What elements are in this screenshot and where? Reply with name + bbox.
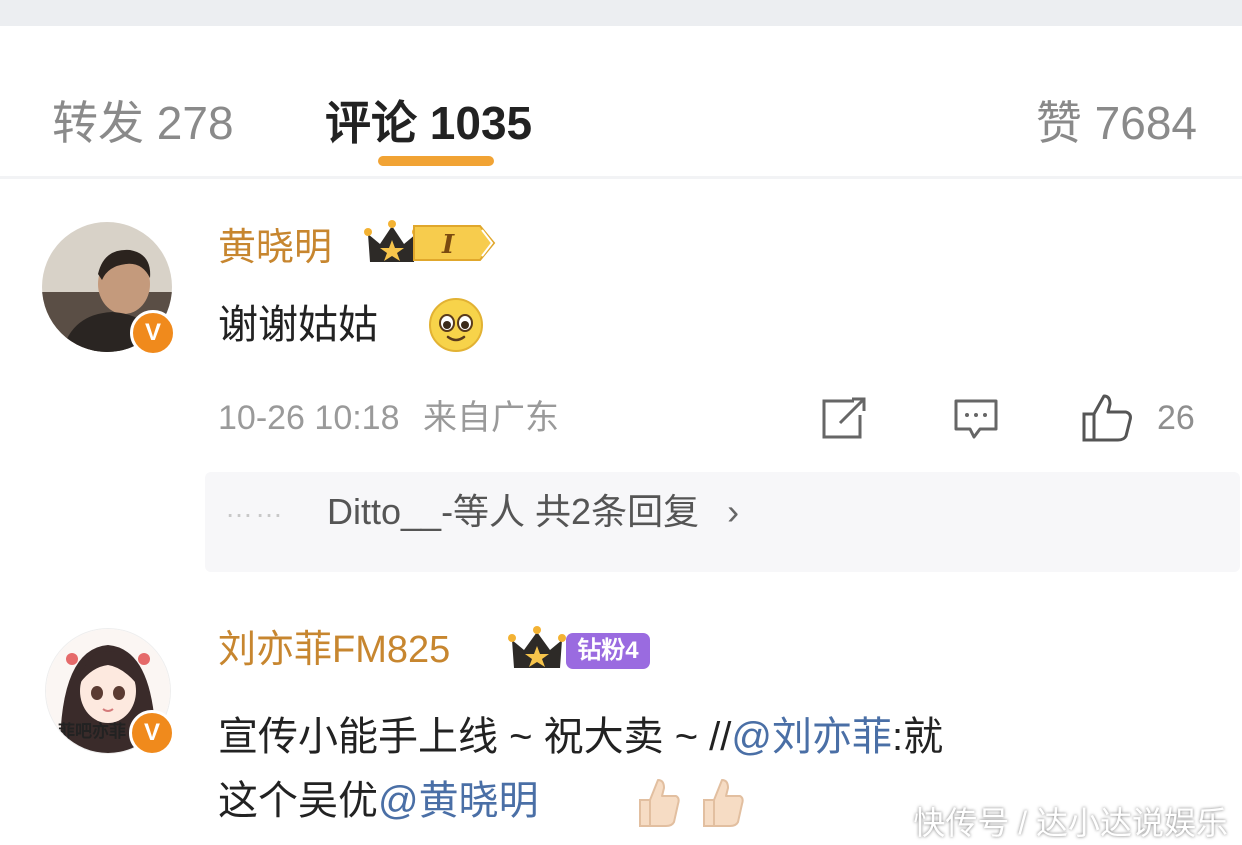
comment-username[interactable]: 刘亦菲FM825 [218, 630, 450, 670]
tab-like[interactable]: 赞 7684 [1036, 100, 1197, 146]
avatar-caption: 菲吧亦菲 [58, 721, 126, 742]
comment-location: 来自广东 [422, 399, 559, 437]
like-count: 26 [1157, 399, 1195, 437]
fan-badge: 钻粉4 [566, 633, 650, 669]
tab-bar: 转发 278 评论 1035 赞 7684 [0, 26, 1242, 176]
top-strip [0, 0, 1242, 26]
comment-text: 这个吴优@黄晓明 [218, 776, 539, 826]
comment-meta: 10-26 10:18 来自广东 [218, 398, 559, 438]
comment-text-part: :就 [892, 715, 944, 759]
reply-preview[interactable]: …… Ditto__-等人 共2条回复 › [205, 472, 1240, 572]
comment-username[interactable]: 黄晓明 [218, 228, 332, 268]
thumbs-up-emoji-icon [639, 779, 680, 827]
tab-comment[interactable]: 评论 1035 [325, 100, 532, 146]
comment-icon[interactable] [952, 397, 1000, 441]
fan-badge-label: 钻粉4 [577, 637, 639, 664]
mention-link[interactable]: @刘亦菲 [731, 715, 892, 759]
verified-badge-icon: V [129, 710, 175, 756]
tab-repost[interactable]: 转发 278 [52, 100, 234, 146]
divider [0, 176, 1242, 179]
thumbs-up-emoji-icon [703, 779, 744, 827]
comment-text-part: 宣传小能手上线 ~ 祝大卖 ~ // [218, 715, 732, 759]
fan-level-text: I [441, 230, 455, 260]
comment-text: 谢谢姑姑 [218, 300, 378, 350]
teary-smile-emoji-icon [429, 298, 483, 352]
crown-icon [508, 626, 566, 668]
avatar[interactable]: V [42, 222, 176, 356]
chevron-right-icon: › [727, 491, 740, 532]
comment-body: 谢谢姑姑 [218, 303, 378, 347]
share-icon[interactable] [820, 397, 868, 441]
avatar[interactable]: 菲吧亦菲 V [45, 628, 175, 756]
like-icon[interactable] [1080, 392, 1134, 444]
active-tab-indicator [378, 156, 494, 166]
reply-summary-text: Ditto__-等人 共2条回复 [327, 491, 700, 532]
comment-text-part: 这个吴优 [218, 779, 378, 823]
comment-text: 宣传小能手上线 ~ 祝大卖 ~ //@刘亦菲:就 [218, 712, 943, 762]
mention-link[interactable]: @黄晓明 [378, 779, 539, 823]
watermark: 快传号 / 达小达说娱乐 [913, 805, 1228, 841]
verified-badge-icon: V [130, 310, 176, 356]
fan-level-badge-icon: I [413, 225, 496, 261]
reply-dots: …… [225, 492, 285, 523]
reply-summary: Ditto__-等人 共2条回复 › [327, 490, 739, 534]
comment-time: 10-26 10:18 [218, 399, 400, 437]
